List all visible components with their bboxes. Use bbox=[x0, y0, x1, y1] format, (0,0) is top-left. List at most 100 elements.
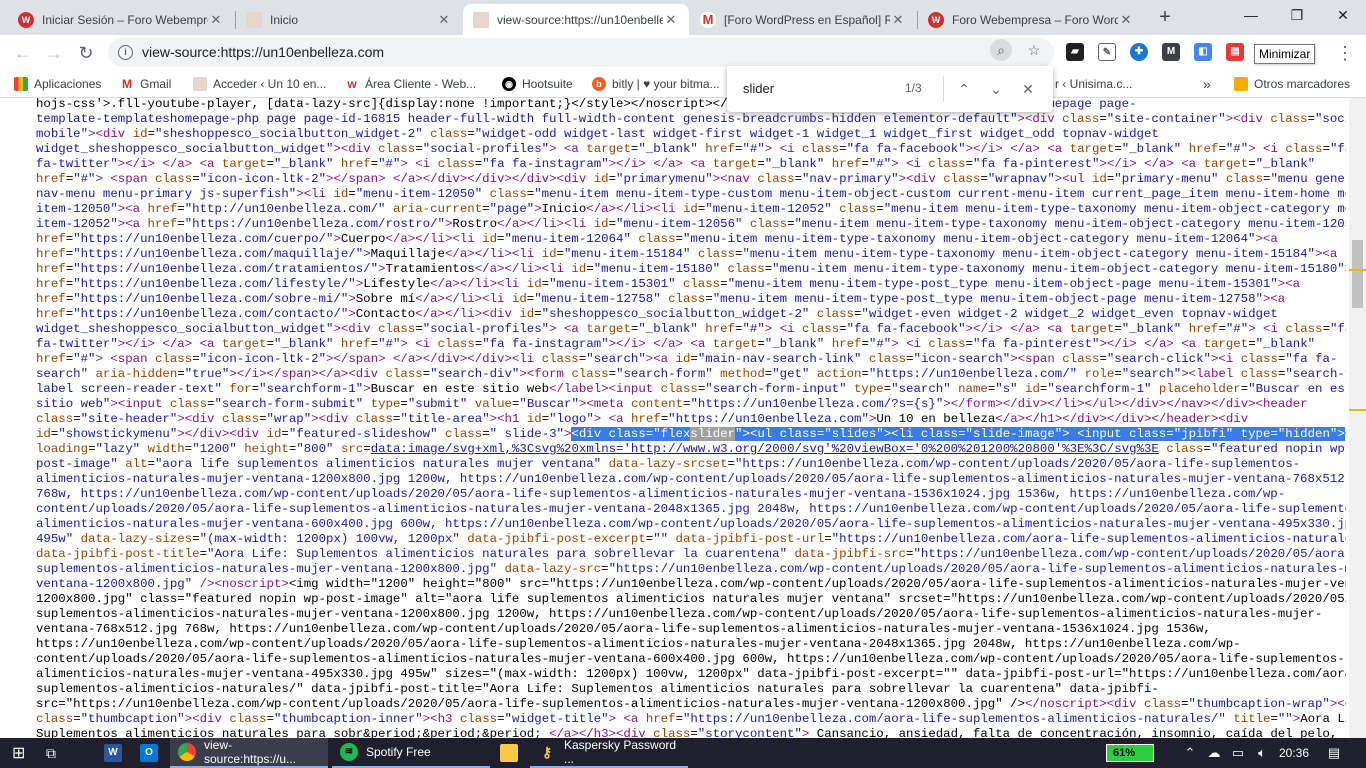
chevron-down-icon[interactable]: ⌄ bbox=[985, 78, 1007, 100]
extension-icon[interactable]: ▰ bbox=[1066, 43, 1084, 61]
source-line: template-templateshomepage-php page page… bbox=[36, 112, 1346, 126]
find-input[interactable]: slider bbox=[743, 81, 774, 96]
taskbar: ⊞ ⧉ W O view-source:https://u... ≋ Spoti… bbox=[0, 738, 1366, 768]
volume-icon[interactable]: 🔈︎ bbox=[1252, 738, 1272, 768]
source-line: https://un10enbelleza.com/wp-content/upl… bbox=[36, 637, 1241, 651]
forward-button[interactable]: → bbox=[41, 40, 67, 66]
extension-icon[interactable]: ◧ bbox=[1194, 43, 1212, 61]
battery-icon[interactable]: ▭ bbox=[1228, 738, 1248, 768]
page-icon bbox=[246, 11, 262, 28]
source-line: widget_sheshoppesco_socialbutton_widget"… bbox=[36, 322, 1346, 336]
bookmark-gmail[interactable]: M Gmail bbox=[120, 75, 171, 93]
bookmark-hootsuite[interactable]: ◉ Hootsuite bbox=[502, 75, 573, 93]
source-line: hojs-css'>.fll-youtube-player, [data-laz… bbox=[36, 98, 1137, 111]
source-line: post-image" alt="aora life suplementos a… bbox=[36, 457, 1301, 471]
source-line: suplementos-alimenticios-naturales-mujer… bbox=[36, 607, 1323, 621]
task-view-button[interactable]: ⧉ bbox=[46, 738, 56, 768]
bookmarks-overflow-button[interactable]: » bbox=[1203, 75, 1211, 93]
new-tab-button[interactable]: + bbox=[1152, 6, 1178, 30]
source-line: class="thumbcaption"><div class="thumbca… bbox=[36, 712, 1346, 726]
source-line: content/uploads/2020/05/aora-life-suplem… bbox=[36, 502, 1346, 516]
info-icon[interactable]: i bbox=[118, 45, 133, 60]
taskbar-app-spotify[interactable]: ≋ Spotify Free bbox=[332, 738, 490, 768]
taskbar-app-kaspersky[interactable]: ⚷ Kaspersky Password ... bbox=[530, 738, 688, 768]
bookmark-acceder[interactable]: Acceder ‹ Un 10 en... bbox=[193, 75, 326, 93]
bookmark-unisima[interactable]: r ‹ Unisima.c... bbox=[1055, 75, 1132, 93]
source-line: href="#"> <span class="icon-icon-ltk-2">… bbox=[36, 172, 1346, 186]
source-line: mobile"><div id="sheshoppesco_socialbutt… bbox=[36, 127, 1159, 141]
tab-0[interactable]: W Iniciar Sesión – Foro Webempresa ✕ bbox=[8, 4, 234, 35]
source-line: alimenticios-naturales-mujer-ventana-600… bbox=[36, 517, 1346, 531]
bitly-icon: b bbox=[592, 77, 606, 91]
maximize-button[interactable]: ❐ bbox=[1274, 0, 1320, 30]
source-line: alimenticios-naturales-mujer-ventana-495… bbox=[36, 667, 1346, 681]
folder-icon bbox=[1234, 77, 1248, 91]
tab-4[interactable]: W Foro Webempresa – Foro WordPress ✕ bbox=[918, 4, 1144, 35]
source-line: href="https://un10enbelleza.com/cuerpo/"… bbox=[36, 232, 1278, 246]
source-line: alimenticios-naturales-mujer-ventana-120… bbox=[36, 472, 1346, 486]
battery-indicator[interactable]: 61% bbox=[1106, 744, 1154, 762]
bookmarks-bar: Aplicaciones M Gmail Acceder ‹ Un 10 en.… bbox=[0, 70, 1366, 98]
start-button[interactable]: ⊞ bbox=[12, 738, 25, 768]
source-line: label screen-reader-text" for="searchfor… bbox=[36, 382, 1346, 396]
source-line: content/uploads/2020/05/aora-life-suplem… bbox=[36, 652, 1345, 666]
extension-icon[interactable]: ✎ bbox=[1098, 43, 1116, 61]
close-icon[interactable]: ✕ bbox=[208, 12, 224, 28]
view-source-content: hojs-css'>.fll-youtube-player, [data-laz… bbox=[0, 98, 1366, 738]
bookmark-apps[interactable]: Aplicaciones bbox=[14, 75, 101, 93]
source-line: widget_sheshoppesco_socialbutton_widget"… bbox=[36, 142, 1346, 156]
find-icon[interactable]: ⌕ bbox=[990, 39, 1012, 61]
tab-1[interactable]: Inicio ✕ bbox=[236, 4, 462, 35]
spotify-icon: ≋ bbox=[340, 743, 358, 761]
close-window-button[interactable]: ✕ bbox=[1320, 0, 1366, 30]
word-icon[interactable]: W bbox=[104, 738, 122, 768]
close-icon[interactable]: ✕ bbox=[1118, 12, 1134, 28]
bookmark-other[interactable]: Otros marcadores bbox=[1234, 75, 1350, 93]
bookmark-area-cliente[interactable]: w Área Cliente - Web... bbox=[345, 75, 476, 93]
tab-strip: W Iniciar Sesión – Foro Webempresa ✕ Ini… bbox=[0, 0, 1366, 35]
source-line: id="showstickymenu"></div><div id="featu… bbox=[36, 427, 1346, 441]
close-icon[interactable]: ✕ bbox=[1017, 78, 1039, 100]
reload-button[interactable]: ↻ bbox=[73, 40, 99, 66]
tab-2[interactable]: view-source:https://un10enbelleza.com ✕ bbox=[463, 4, 689, 35]
back-button[interactable]: ← bbox=[10, 40, 36, 66]
source-line: href="https://un10enbelleza.com/contacto… bbox=[36, 307, 1278, 321]
clock[interactable]: 20:36 bbox=[1272, 738, 1316, 768]
bookmark-star-icon[interactable]: ☆ bbox=[1023, 39, 1045, 61]
source-line: data-jpibfi-post-title="Aora Life: Suple… bbox=[36, 547, 1346, 561]
chevron-up-icon[interactable]: ⌃ bbox=[1180, 738, 1200, 768]
page-icon bbox=[193, 77, 207, 91]
network-icon[interactable]: ☁ bbox=[1204, 738, 1224, 768]
file-explorer-icon[interactable] bbox=[500, 738, 518, 768]
page-icon bbox=[473, 11, 489, 28]
bookmark-bitly[interactable]: b bitly | ♥ your bitma... bbox=[592, 75, 720, 93]
notifications-icon[interactable]: ▤ bbox=[1322, 738, 1346, 768]
extension-icon[interactable]: ✚ bbox=[1130, 43, 1148, 61]
vertical-scrollbar[interactable] bbox=[1349, 98, 1366, 738]
tab-3[interactable]: M [Foro WordPress en Español] Re ✕ bbox=[690, 4, 916, 35]
minimize-button[interactable]: — bbox=[1228, 0, 1274, 30]
webempresa-icon: w bbox=[345, 77, 359, 91]
gmail-icon[interactable]: M bbox=[1162, 43, 1180, 61]
close-icon[interactable]: ✕ bbox=[436, 12, 452, 28]
address-bar[interactable]: i view-source:https://un10enbelleza.com bbox=[108, 38, 1054, 67]
webempresa-icon: W bbox=[928, 11, 944, 28]
source-line: 1200x800.jpg" class="featured nopin wp-p… bbox=[36, 592, 1346, 606]
menu-icon[interactable]: ⋮ bbox=[1332, 40, 1358, 66]
source-line: sitio web"><input class="search-form-sub… bbox=[36, 397, 1308, 411]
source-line: href="#"> <span class="icon-icon-ltk-2">… bbox=[36, 352, 1338, 366]
chevron-up-icon[interactable]: ⌃ bbox=[953, 78, 975, 100]
extension-icon[interactable]: ▤ bbox=[1226, 43, 1244, 61]
tab-title: view-source:https://un10enbelleza.com bbox=[497, 12, 663, 27]
taskbar-app-chrome[interactable]: view-source:https://u... bbox=[170, 738, 328, 768]
outlook-icon[interactable]: O bbox=[140, 738, 158, 768]
source-line: nav-menu menu-primary js-superfish"><li … bbox=[36, 187, 1346, 201]
scrollbar-thumb[interactable] bbox=[1352, 240, 1363, 308]
close-icon[interactable]: ✕ bbox=[663, 12, 679, 28]
close-icon[interactable]: ✕ bbox=[890, 12, 906, 28]
source-line: fa-twitter"></i> </a> <a target="_blank"… bbox=[36, 157, 1316, 171]
find-bar: slider 1/3 ⌃ ⌄ ✕ bbox=[727, 66, 1053, 112]
source-code: hojs-css'>.fll-youtube-player, [data-laz… bbox=[36, 98, 1346, 738]
source-line: class="site-header"><div class="wrap"><d… bbox=[36, 412, 1249, 426]
source-line: item-12050"><a href="http://un10enbellez… bbox=[36, 202, 1346, 216]
